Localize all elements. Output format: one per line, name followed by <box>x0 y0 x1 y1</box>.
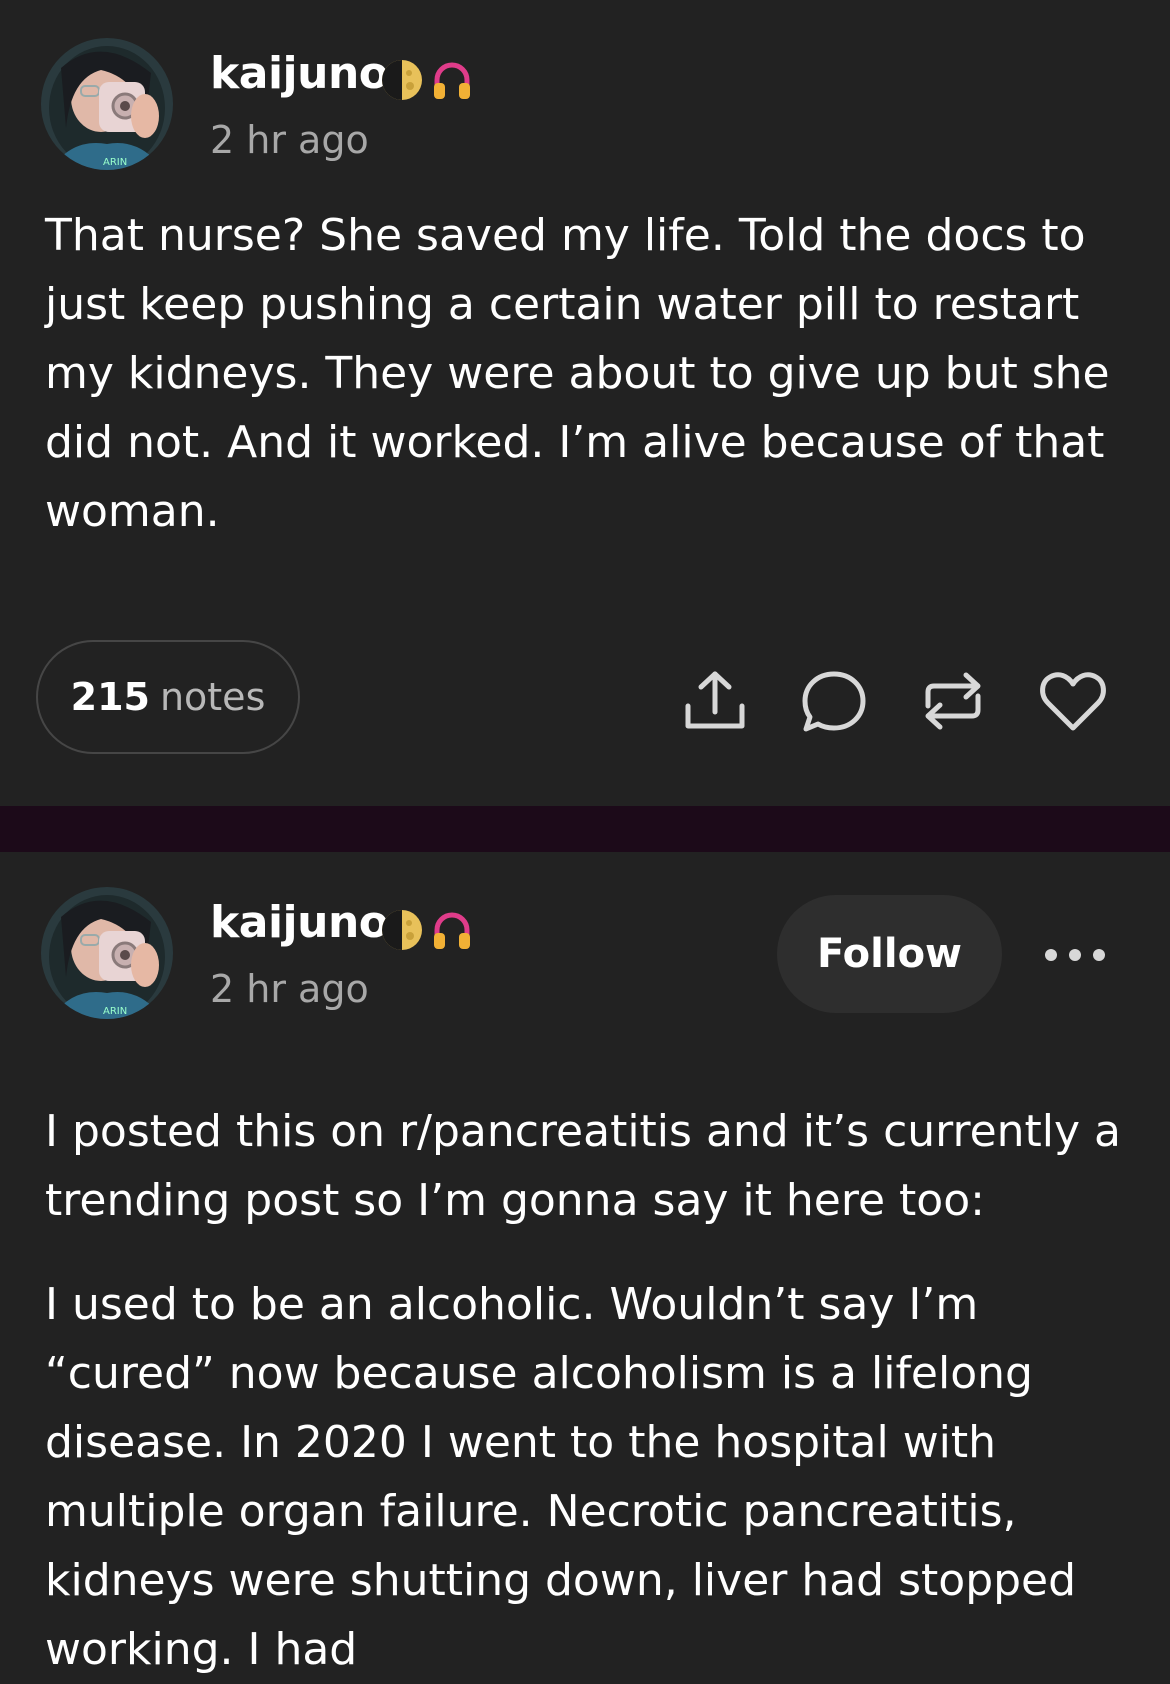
notes-label: notes <box>159 675 266 719</box>
headphones-icon <box>434 912 470 949</box>
post-timestamp: 2 hr ago <box>210 118 369 162</box>
reblog-icon[interactable] <box>918 666 988 736</box>
post-body: That nurse? She saved my life. Told the … <box>45 210 1110 537</box>
headphones-icon <box>434 62 470 99</box>
moon-phase-icon <box>382 60 422 100</box>
notes-count: 215 <box>70 675 150 719</box>
share-icon[interactable] <box>680 666 750 736</box>
post-divider <box>0 806 1170 852</box>
avatar[interactable]: ARIN <box>41 38 173 170</box>
more-options-icon[interactable] <box>1040 930 1110 980</box>
follow-button[interactable]: Follow <box>777 895 1002 1013</box>
post-card: ARIN kaijuno 2 hr ago That nurse? She sa… <box>0 0 1170 806</box>
moon-phase-icon <box>382 910 422 950</box>
svg-text:ARIN: ARIN <box>103 1006 127 1017</box>
username[interactable]: kaijuno <box>210 48 389 99</box>
comment-icon[interactable] <box>799 666 869 736</box>
svg-text:ARIN: ARIN <box>103 157 127 168</box>
post-timestamp: 2 hr ago <box>210 967 369 1011</box>
post-body-paragraph: I posted this on r/pancreatitis and it’s… <box>45 1106 1122 1226</box>
post-body-paragraph: I used to be an alcoholic. Wouldn’t say … <box>45 1279 1077 1675</box>
avatar[interactable]: ARIN <box>41 887 173 1019</box>
like-icon[interactable] <box>1038 666 1108 736</box>
username[interactable]: kaijuno <box>210 897 389 948</box>
notes-button[interactable]: 215 notes <box>36 640 300 754</box>
